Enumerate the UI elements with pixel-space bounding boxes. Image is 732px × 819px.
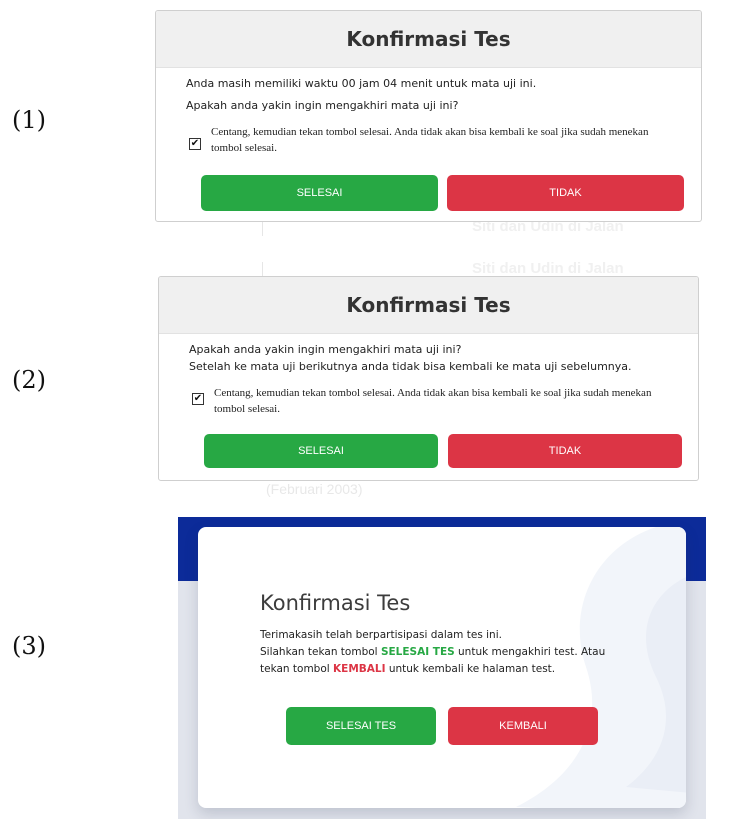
confirm-dialog-2: Konfirmasi Tes Apakah anda yakin ingin m… (158, 276, 699, 481)
time-remaining-text: Anda masih memiliki waktu 00 jam 04 meni… (186, 77, 537, 90)
instruction-text: Silahkan tekan tombol (260, 646, 381, 658)
instruction-line-2: tekan tombol KEMBALI untuk kembali ke ha… (260, 661, 555, 678)
confirm-dialog-1: Konfirmasi Tes Anda masih memiliki waktu… (155, 10, 702, 222)
panel-label-3: (3) (12, 632, 46, 660)
selesai-tes-button[interactable]: SELESAI TES (286, 707, 436, 745)
instruction-text: tekan tombol (260, 663, 334, 675)
selesai-button[interactable]: SELESAI (201, 175, 438, 211)
instruction-text: untuk kembali ke halaman test. (385, 663, 556, 675)
selesai-tes-keyword: SELESAI TES (380, 646, 455, 658)
dialog-header: Konfirmasi Tes (159, 277, 698, 334)
instruction-text: untuk mengakhiri test. Atau (454, 646, 606, 658)
tidak-button[interactable]: TIDAK (448, 434, 682, 468)
kembali-button[interactable]: KEMBALI (448, 707, 598, 745)
confirm-checkbox[interactable]: ✔ (192, 393, 204, 405)
dialog-header: Konfirmasi Tes (156, 11, 701, 68)
confirm-dialog-3: Konfirmasi Tes Terimakasih telah berpart… (198, 527, 686, 808)
instruction-line-1: Silahkan tekan tombol SELESAI TES untuk … (260, 644, 605, 661)
background-title: Siti dan Udin di Jalan (472, 260, 624, 277)
background-date: (Februari 2003) (266, 481, 363, 497)
background-divider (262, 222, 263, 236)
tidak-button[interactable]: TIDAK (447, 175, 684, 211)
confirm-question-text: Apakah anda yakin ingin mengakhiri mata … (189, 343, 462, 356)
selesai-button[interactable]: SELESAI (204, 434, 438, 468)
dialog-title: Konfirmasi Tes (346, 293, 511, 317)
checkmark-icon: ✔ (193, 393, 203, 404)
no-return-warning-text: Setelah ke mata uji berikutnya anda tida… (189, 360, 632, 373)
thank-you-text: Terimakasih telah berpartisipasi dalam t… (260, 629, 502, 641)
checkbox-label: Centang, kemudian tekan tombol selesai. … (211, 126, 649, 154)
checkbox-label: Centang, kemudian tekan tombol selesai. … (214, 387, 652, 415)
test-page-background: Konfirmasi Tes Terimakasih telah berpart… (178, 517, 706, 819)
kembali-keyword: KEMBALI (333, 663, 386, 675)
confirm-checkbox[interactable]: ✔ (189, 138, 201, 150)
panel-label-1: (1) (12, 106, 46, 134)
checkmark-icon: ✔ (190, 138, 200, 149)
dialog-title: Konfirmasi Tes (260, 591, 411, 615)
confirm-question-text: Apakah anda yakin ingin mengakhiri mata … (186, 99, 459, 112)
background-divider (262, 262, 263, 276)
panel-label-2: (2) (12, 366, 46, 394)
dialog-title: Konfirmasi Tes (346, 27, 511, 51)
